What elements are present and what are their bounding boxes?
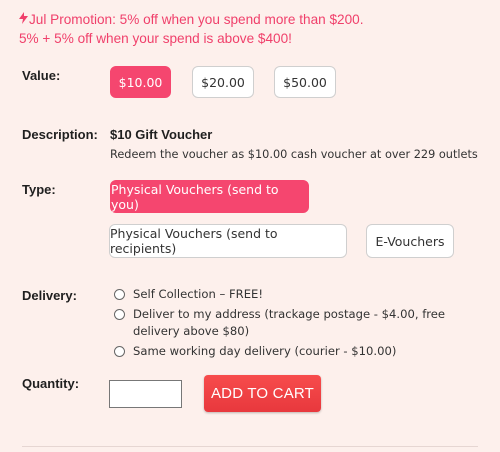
value-option-10[interactable]: $10.00 [110, 66, 171, 98]
value-option-50[interactable]: $50.00 [274, 66, 336, 98]
voucher-description: Redeem the voucher as $10.00 cash vouche… [110, 148, 478, 161]
lightning-bolt-icon [19, 10, 29, 29]
type-label: Type: [22, 182, 56, 197]
delivery-option-label: Same working day delivery (courier - $10… [133, 344, 397, 358]
promotion-line-2: 5% + 5% off when your spend is above $40… [19, 31, 292, 46]
quantity-label: Quantity: [22, 376, 80, 391]
type-option-e-vouchers[interactable]: E-Vouchers [366, 224, 454, 258]
delivery-option-same-day[interactable]: Same working day delivery (courier - $10… [113, 343, 493, 360]
delivery-label: Delivery: [22, 288, 77, 303]
delivery-option-label: Self Collection – FREE! [133, 287, 264, 301]
divider [22, 446, 478, 447]
quantity-input[interactable] [109, 380, 182, 408]
delivery-option-deliver-address[interactable]: Deliver to my address (trackage postage … [113, 306, 493, 340]
radio-button[interactable] [114, 289, 125, 300]
radio-button[interactable] [114, 346, 125, 357]
value-option-20[interactable]: $20.00 [192, 66, 254, 98]
type-option-physical-self[interactable]: Physical Vouchers (send to you) [110, 180, 309, 213]
delivery-option-self-collection[interactable]: Self Collection – FREE! [113, 286, 493, 303]
type-option-physical-recipients[interactable]: Physical Vouchers (send to recipients) [109, 224, 347, 258]
voucher-title: $10 Gift Voucher [110, 127, 213, 142]
add-to-cart-button[interactable]: ADD TO CART [204, 375, 321, 412]
promotion-banner: Jul Promotion: 5% off when you spend mor… [19, 10, 364, 48]
delivery-option-label: Deliver to my address (trackage postage … [133, 307, 446, 338]
description-label: Description: [22, 127, 98, 142]
promotion-text-1: Jul Promotion: 5% off when you spend mor… [29, 12, 364, 27]
delivery-options: Self Collection – FREE! Deliver to my ad… [113, 286, 493, 363]
radio-button[interactable] [114, 309, 125, 320]
value-label: Value: [22, 68, 61, 83]
promotion-line-1: Jul Promotion: 5% off when you spend mor… [19, 10, 364, 29]
